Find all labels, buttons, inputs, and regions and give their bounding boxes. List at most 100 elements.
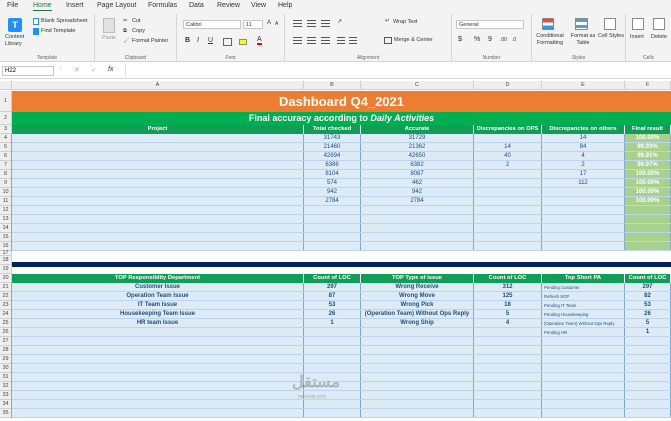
cell-styles-button[interactable]: Cell Styles [598,33,624,40]
conditional-formatting-button[interactable]: Conditional Formatting [534,33,566,47]
formula-input[interactable] [125,65,669,77]
row-header[interactable]: 21 [0,283,12,292]
orientation-icon[interactable]: ↗ [337,18,342,25]
tab-insert[interactable]: Insert [66,2,84,9]
align-top-icon[interactable] [293,20,302,21]
paste-button[interactable]: Paste [102,35,116,41]
row-header[interactable]: 8 [0,170,12,179]
row-header[interactable]: 23 [0,301,12,310]
content-library-button[interactable]: Content Library [5,34,29,48]
bold-button[interactable]: B [185,37,190,44]
row-header[interactable]: 31 [0,373,12,382]
row-header[interactable]: 13 [0,215,12,224]
copy-button[interactable]: Copy [132,28,145,34]
merge-center-icon[interactable] [384,37,392,44]
column-header-e[interactable]: E [542,81,625,90]
row-header[interactable]: 35 [0,409,12,418]
column-header-d[interactable]: D [474,81,542,90]
row-header[interactable]: 26 [0,328,12,337]
row-header[interactable]: 9 [0,179,12,188]
row-header[interactable]: 11 [0,197,12,206]
format-painter-button[interactable]: Format Painter [132,38,168,44]
row-header[interactable]: 14 [0,224,12,233]
row-header[interactable]: 12 [0,206,12,215]
fill-color-icon[interactable] [239,39,247,45]
insert-function-button[interactable]: fx [108,66,113,73]
column-header-f[interactable]: F [625,81,671,90]
delete-cells-button[interactable]: Delete [651,34,667,40]
column-header-c[interactable]: C [361,81,474,90]
name-box[interactable]: H22 [2,66,54,76]
row-header[interactable]: 6 [0,152,12,161]
decrease-font-icon[interactable]: A [275,21,278,27]
insert-cells-icon[interactable] [632,18,644,30]
format-as-table-button[interactable]: Format as Table [570,33,596,47]
tab-data[interactable]: Data [189,2,204,9]
row-header[interactable]: 25 [0,319,12,328]
row-header[interactable]: 4 [0,134,12,143]
increase-indent-icon[interactable] [349,37,357,38]
enter-icon[interactable]: ✓ [91,66,97,74]
format-painter-icon[interactable]: 🖌 [123,38,130,44]
tab-file[interactable]: File [7,2,18,9]
row-header[interactable]: 29 [0,355,12,364]
tab-view[interactable]: View [251,2,266,9]
row-header[interactable]: 5 [0,143,12,152]
cut-button[interactable]: Cut [132,18,141,24]
insert-cells-button[interactable]: Insert [630,34,644,40]
tab-home[interactable]: Home [33,2,52,11]
italic-button[interactable]: I [197,37,199,44]
row-header[interactable]: 27 [0,337,12,346]
tab-page-layout[interactable]: Page Layout [97,2,136,9]
column-header-a[interactable]: A [12,81,304,90]
comma-button[interactable]: 9 [488,36,492,43]
wrap-text-icon[interactable]: ↵ [385,18,390,24]
row-header[interactable]: 33 [0,391,12,400]
underline-button[interactable]: U [208,37,213,44]
row-header[interactable]: 28 [0,346,12,355]
tab-review[interactable]: Review [217,2,240,9]
row-header[interactable]: 7 [0,161,12,170]
cancel-icon[interactable]: ✕ [74,66,80,74]
row-header[interactable]: 32 [0,382,12,391]
number-format-select[interactable]: General [456,20,524,29]
align-left-icon[interactable] [293,37,302,38]
decrease-indent-icon[interactable] [337,37,345,38]
row-header[interactable]: 1 [0,91,12,112]
conditional-formatting-icon[interactable] [542,18,554,30]
row-header[interactable]: 15 [0,233,12,242]
delete-cells-icon[interactable] [653,18,665,30]
align-bottom-icon[interactable] [321,20,330,21]
tab-help[interactable]: Help [278,2,292,9]
row-header[interactable]: 24 [0,310,12,319]
align-center-icon[interactable] [307,37,316,38]
borders-icon[interactable] [223,38,232,46]
row-header[interactable]: 18 [0,256,12,265]
cut-icon[interactable]: ✂ [123,18,128,24]
align-middle-icon[interactable] [307,20,316,21]
namebox-dropdown-icon[interactable]: ⋮ [58,66,64,72]
blank-spreadsheet-button[interactable]: Blank Spreadsheet [41,18,87,24]
row-header[interactable]: 3 [0,125,12,134]
row-header[interactable]: 2 [0,112,12,125]
align-right-icon[interactable] [321,37,330,38]
row-header[interactable]: 22 [0,292,12,301]
merge-center-button[interactable]: Merge & Center [394,37,433,43]
row-header[interactable]: 10 [0,188,12,197]
row-header[interactable]: 19 [0,265,12,274]
percent-button[interactable]: % [474,36,480,43]
decrease-decimal-button[interactable]: .0 [512,37,516,43]
row-header[interactable]: 30 [0,364,12,373]
increase-font-icon[interactable]: A [267,20,271,26]
find-template-button[interactable]: Find Template [41,28,75,34]
select-all-corner[interactable] [0,81,12,90]
tab-formulas[interactable]: Formulas [148,2,177,9]
row-header[interactable]: 20 [0,274,12,283]
content-library-icon[interactable]: T [8,18,22,32]
copy-icon[interactable]: ⧉ [123,28,127,35]
cell-styles-icon[interactable] [604,18,616,30]
currency-button[interactable]: $ [458,36,462,43]
wrap-text-button[interactable]: Wrap Text [393,19,418,25]
increase-decimal-button[interactable]: .00 [500,37,507,43]
column-header-b[interactable]: B [304,81,361,90]
